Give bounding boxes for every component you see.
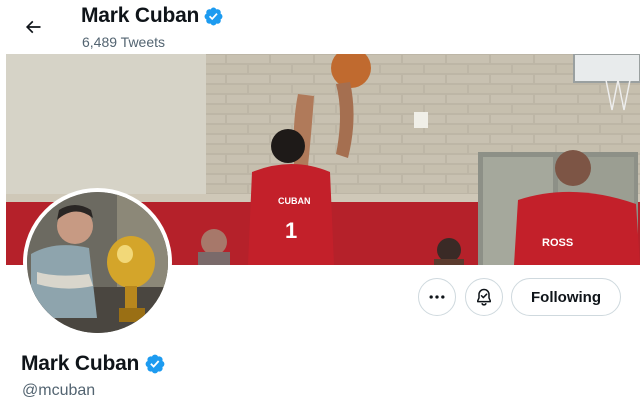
header-name: Mark Cuban xyxy=(81,4,200,27)
profile-name-row: Mark Cuban xyxy=(21,352,166,376)
profile-handle: @mcuban xyxy=(22,382,96,399)
tweet-count: 6,489 Tweets xyxy=(82,34,166,50)
verified-badge-icon xyxy=(144,353,166,375)
profile-name: Mark Cuban xyxy=(21,352,140,375)
more-button[interactable] xyxy=(418,278,456,316)
top-bar: Mark Cuban 6,489 Tweets xyxy=(0,0,640,54)
arrow-left-icon xyxy=(25,20,41,34)
svg-text:ROSS: ROSS xyxy=(542,237,573,249)
profile-actions: Following xyxy=(0,278,640,318)
following-button[interactable]: Following xyxy=(511,278,621,316)
bell-check-icon xyxy=(477,288,491,306)
back-button[interactable] xyxy=(18,12,48,42)
svg-text:1: 1 xyxy=(285,218,297,243)
verified-badge-icon xyxy=(203,6,224,27)
more-dots-icon xyxy=(429,295,445,299)
svg-text:CUBAN: CUBAN xyxy=(278,196,311,206)
notifications-button[interactable] xyxy=(465,278,503,316)
header-name-row: Mark Cuban xyxy=(81,4,224,28)
